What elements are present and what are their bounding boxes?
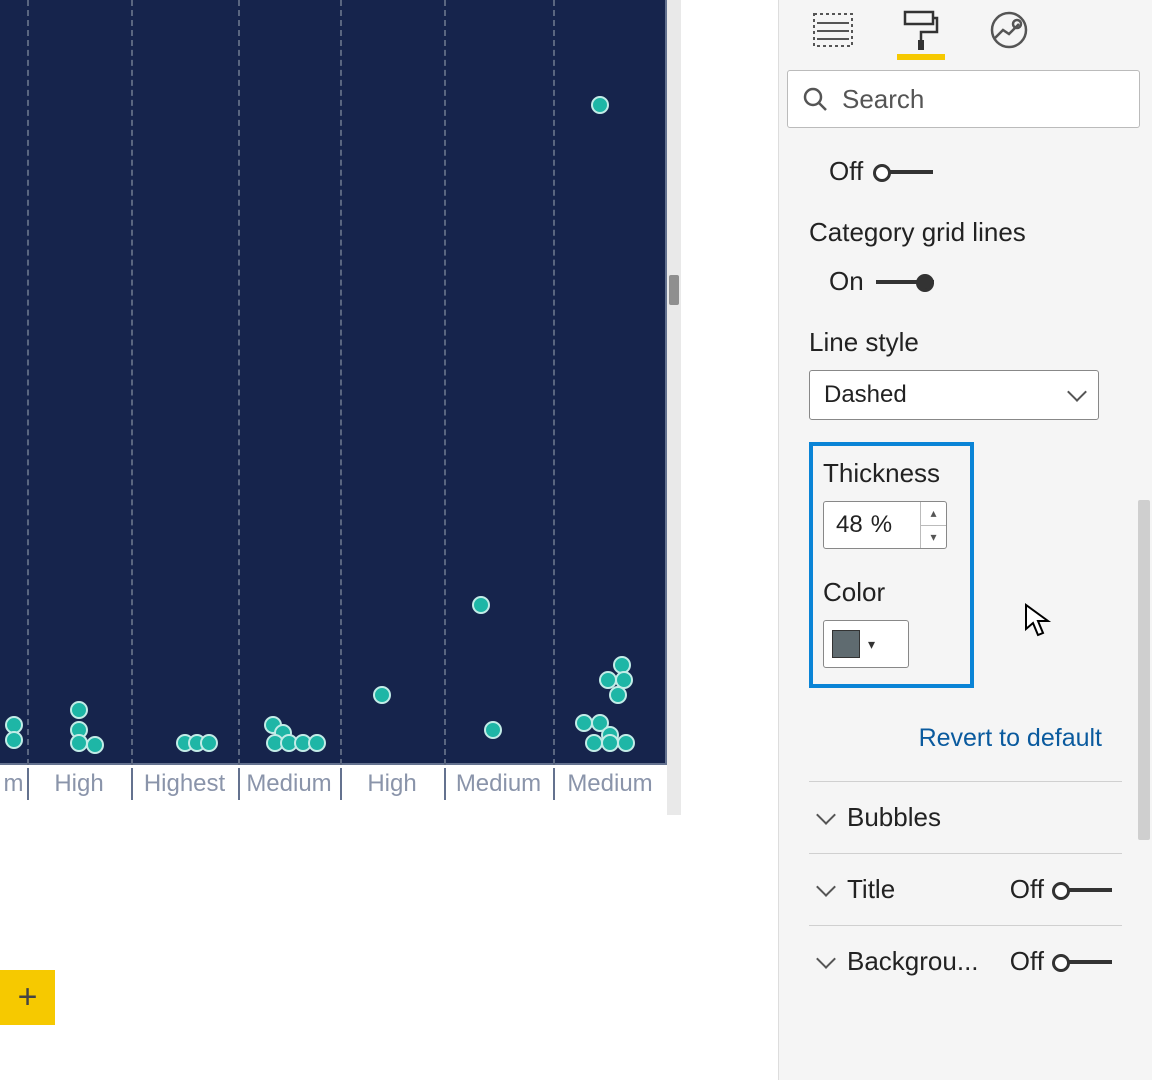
caret-down-icon: ▾: [868, 636, 875, 653]
fields-tab[interactable]: [809, 12, 857, 60]
chevron-down-icon: [816, 805, 836, 825]
x-axis-category-label: Highest: [131, 770, 238, 798]
data-point[interactable]: [70, 701, 88, 719]
data-point[interactable]: [484, 721, 502, 739]
axis-tick: [27, 768, 29, 800]
category-grid-line: [27, 0, 29, 765]
plus-icon: +: [18, 978, 38, 1017]
previous-section-toggle[interactable]: [875, 162, 933, 182]
line-style-value: Dashed: [824, 381, 907, 409]
add-page-button[interactable]: +: [0, 970, 55, 1025]
x-axis-line: [0, 763, 667, 765]
category-grid-line: [444, 0, 446, 765]
fields-icon: [813, 13, 853, 47]
chart-canvas: mHighHighestMediumHighMediumMedium: [0, 0, 710, 825]
spinner-up-icon[interactable]: ▴: [921, 502, 946, 526]
data-point[interactable]: [617, 734, 635, 752]
bubbles-accordion-label: Bubbles: [847, 802, 941, 833]
thickness-spinner[interactable]: ▴ ▾: [920, 502, 946, 548]
bubbles-accordion[interactable]: Bubbles: [809, 781, 1122, 853]
previous-section-toggle-row: Off: [829, 156, 1122, 187]
category-grid-lines-label: Category grid lines: [809, 217, 1122, 248]
scrollbar-thumb[interactable]: [669, 275, 679, 305]
format-tab[interactable]: [897, 12, 945, 60]
category-grid-line: [553, 0, 555, 765]
category-grid-line: [238, 0, 240, 765]
color-label: Color: [823, 577, 960, 608]
category-grid-lines-toggle[interactable]: [876, 272, 934, 292]
axis-tick: [238, 768, 240, 800]
chevron-down-icon: [816, 949, 836, 969]
background-accordion-label: Backgrou...: [847, 946, 979, 977]
category-grid-line: [340, 0, 342, 765]
search-placeholder: Search: [842, 84, 924, 115]
background-toggle-label: Off: [1010, 946, 1044, 977]
background-toggle[interactable]: [1054, 952, 1112, 972]
data-point[interactable]: [373, 686, 391, 704]
line-style-label: Line style: [809, 327, 1122, 358]
data-point[interactable]: [591, 96, 609, 114]
chart-vertical-scrollbar[interactable]: [667, 0, 681, 815]
category-grid-lines-toggle-row: On: [829, 266, 1122, 297]
search-input[interactable]: Search: [787, 70, 1140, 128]
axis-tick: [340, 768, 342, 800]
x-axis-category-label: High: [340, 770, 444, 798]
thickness-value: 48: [836, 511, 863, 539]
thickness-color-highlight: Thickness 48 % ▴ ▾ Color ▾: [809, 442, 974, 688]
title-toggle-label: Off: [1010, 874, 1044, 905]
chart-plot-area[interactable]: [0, 0, 667, 765]
data-point[interactable]: [5, 731, 23, 749]
chevron-down-icon: [1067, 382, 1087, 402]
axis-tick: [131, 768, 133, 800]
x-axis-labels: mHighHighestMediumHighMediumMedium: [0, 770, 667, 810]
x-axis-category-label: m: [0, 770, 27, 798]
pane-tab-strip: [779, 0, 1152, 60]
x-axis-category-label: Medium: [553, 770, 667, 798]
data-point[interactable]: [86, 736, 104, 754]
thickness-input[interactable]: 48 % ▴ ▾: [823, 501, 947, 549]
color-swatch-box: [832, 630, 860, 658]
x-axis-category-label: Medium: [444, 770, 553, 798]
format-pane: Search Off Category grid lines On Line s…: [778, 0, 1152, 1080]
line-style-dropdown[interactable]: Dashed: [809, 370, 1099, 420]
title-accordion-label: Title: [847, 874, 895, 905]
revert-to-default-link[interactable]: Revert to default: [809, 724, 1102, 753]
paint-roller-icon: [903, 10, 939, 50]
spinner-down-icon[interactable]: ▾: [921, 526, 946, 549]
data-point[interactable]: [472, 596, 490, 614]
color-picker[interactable]: ▾: [823, 620, 909, 668]
data-point[interactable]: [200, 734, 218, 752]
x-axis-category-label: Medium: [238, 770, 340, 798]
data-point[interactable]: [609, 686, 627, 704]
thickness-unit: %: [871, 511, 892, 539]
analytics-icon: [989, 10, 1029, 50]
analytics-tab[interactable]: [985, 12, 1033, 60]
pane-scrollbar-thumb[interactable]: [1138, 500, 1150, 840]
background-accordion[interactable]: Backgrou... Off: [809, 925, 1122, 997]
x-axis-category-label: High: [27, 770, 131, 798]
data-point[interactable]: [308, 734, 326, 752]
title-toggle[interactable]: [1054, 880, 1112, 900]
thickness-label: Thickness: [823, 458, 960, 489]
toggle-off-label: Off: [829, 156, 863, 187]
toggle-on-label: On: [829, 266, 864, 297]
title-accordion[interactable]: Title Off: [809, 853, 1122, 925]
chevron-down-icon: [816, 877, 836, 897]
category-grid-line: [131, 0, 133, 765]
search-icon: [802, 86, 828, 112]
axis-tick: [553, 768, 555, 800]
axis-tick: [444, 768, 446, 800]
